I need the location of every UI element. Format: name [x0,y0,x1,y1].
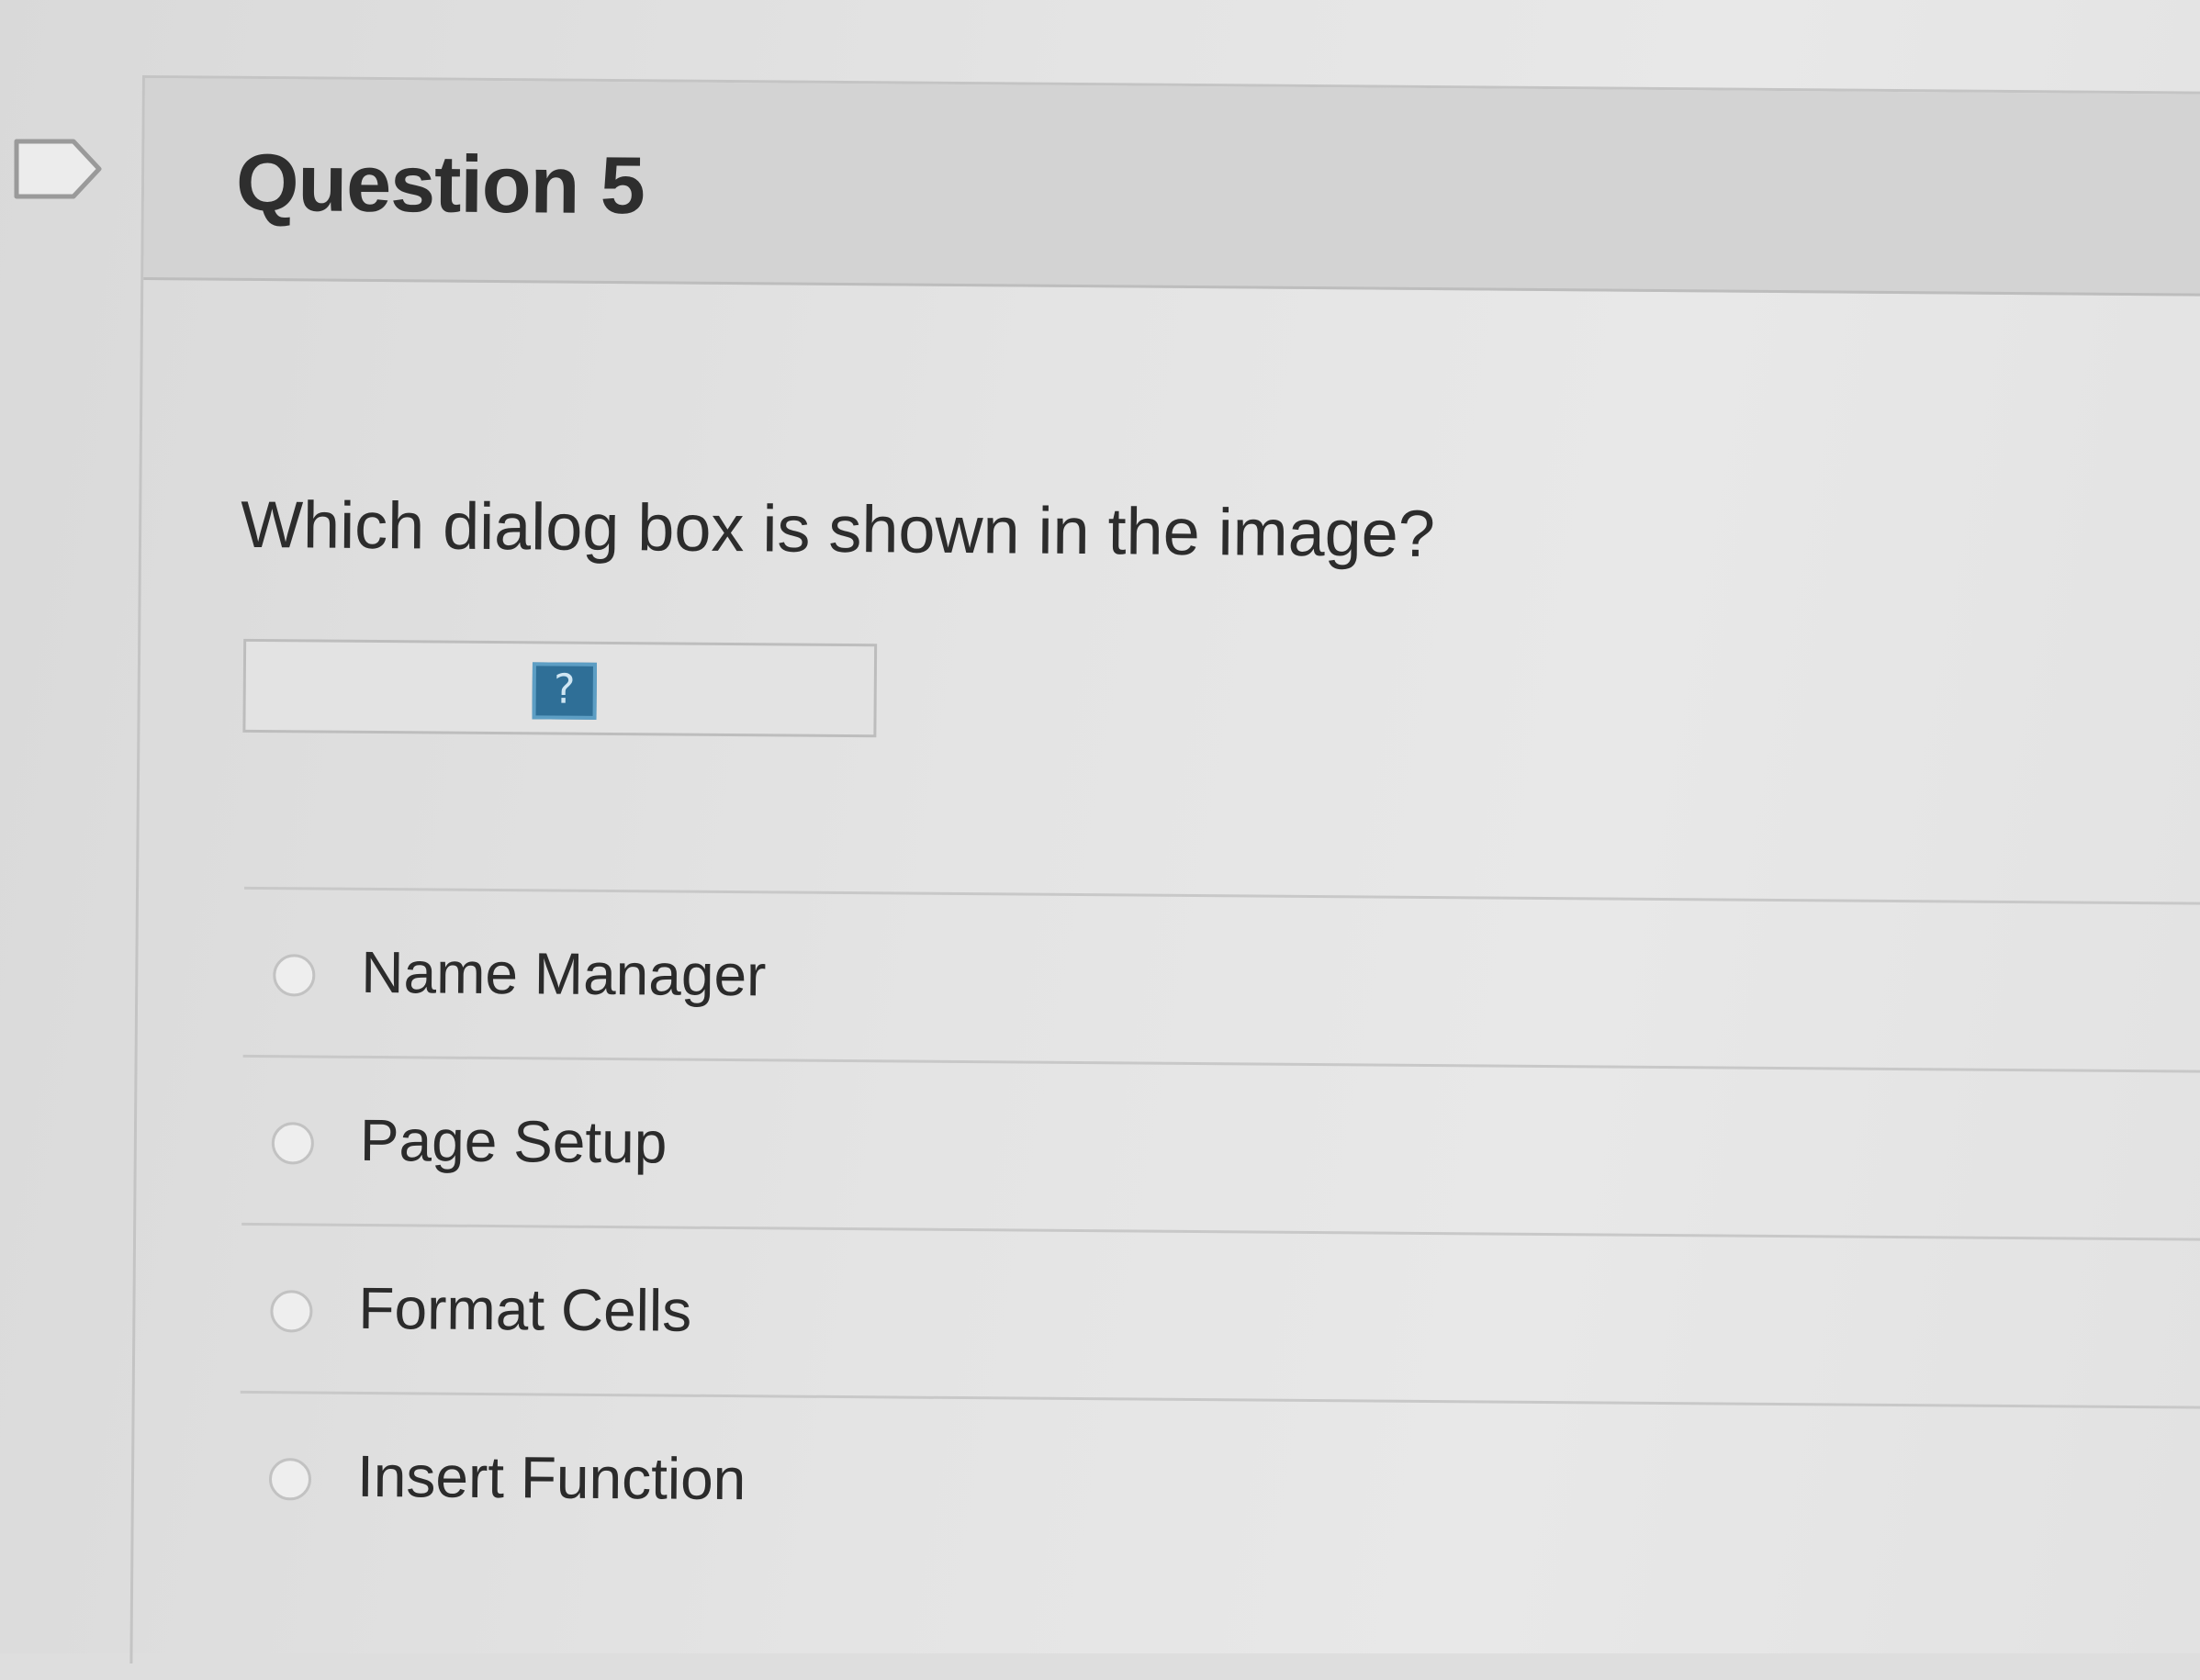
answer-option-format-cells[interactable]: Format Cells [240,1222,2200,1406]
answer-label[interactable]: Page Setup [360,1106,668,1177]
answer-option-name-manager[interactable]: Name Manager [242,886,2200,1070]
quiz-page: Question 5 Which dialog box is shown in … [0,0,2200,1680]
answer-label[interactable]: Format Cells [358,1274,691,1345]
broken-image-icon: ? [532,662,597,720]
question-header: Question 5 [143,78,2200,297]
radio-unselected-icon[interactable] [273,954,316,997]
answer-option-page-setup[interactable]: Page Setup [241,1054,2200,1238]
radio-unselected-icon[interactable] [268,1458,312,1501]
answer-list: Name Manager Page Setup Format Cells Ins… [239,886,2200,1574]
question-title: Question 5 [235,136,645,231]
question-card: Question 5 Which dialog box is shown in … [129,75,2200,1680]
flag-question-icon[interactable] [13,138,105,200]
question-image: ? [242,638,878,738]
question-text: Which dialog box is shown in the image? [240,487,1436,572]
radio-unselected-icon[interactable] [270,1290,313,1333]
answer-label[interactable]: Name Manager [361,938,767,1009]
answer-option-insert-function[interactable]: Insert Function [239,1390,2200,1574]
answer-label[interactable]: Insert Function [357,1442,746,1513]
radio-unselected-icon[interactable] [271,1122,315,1165]
